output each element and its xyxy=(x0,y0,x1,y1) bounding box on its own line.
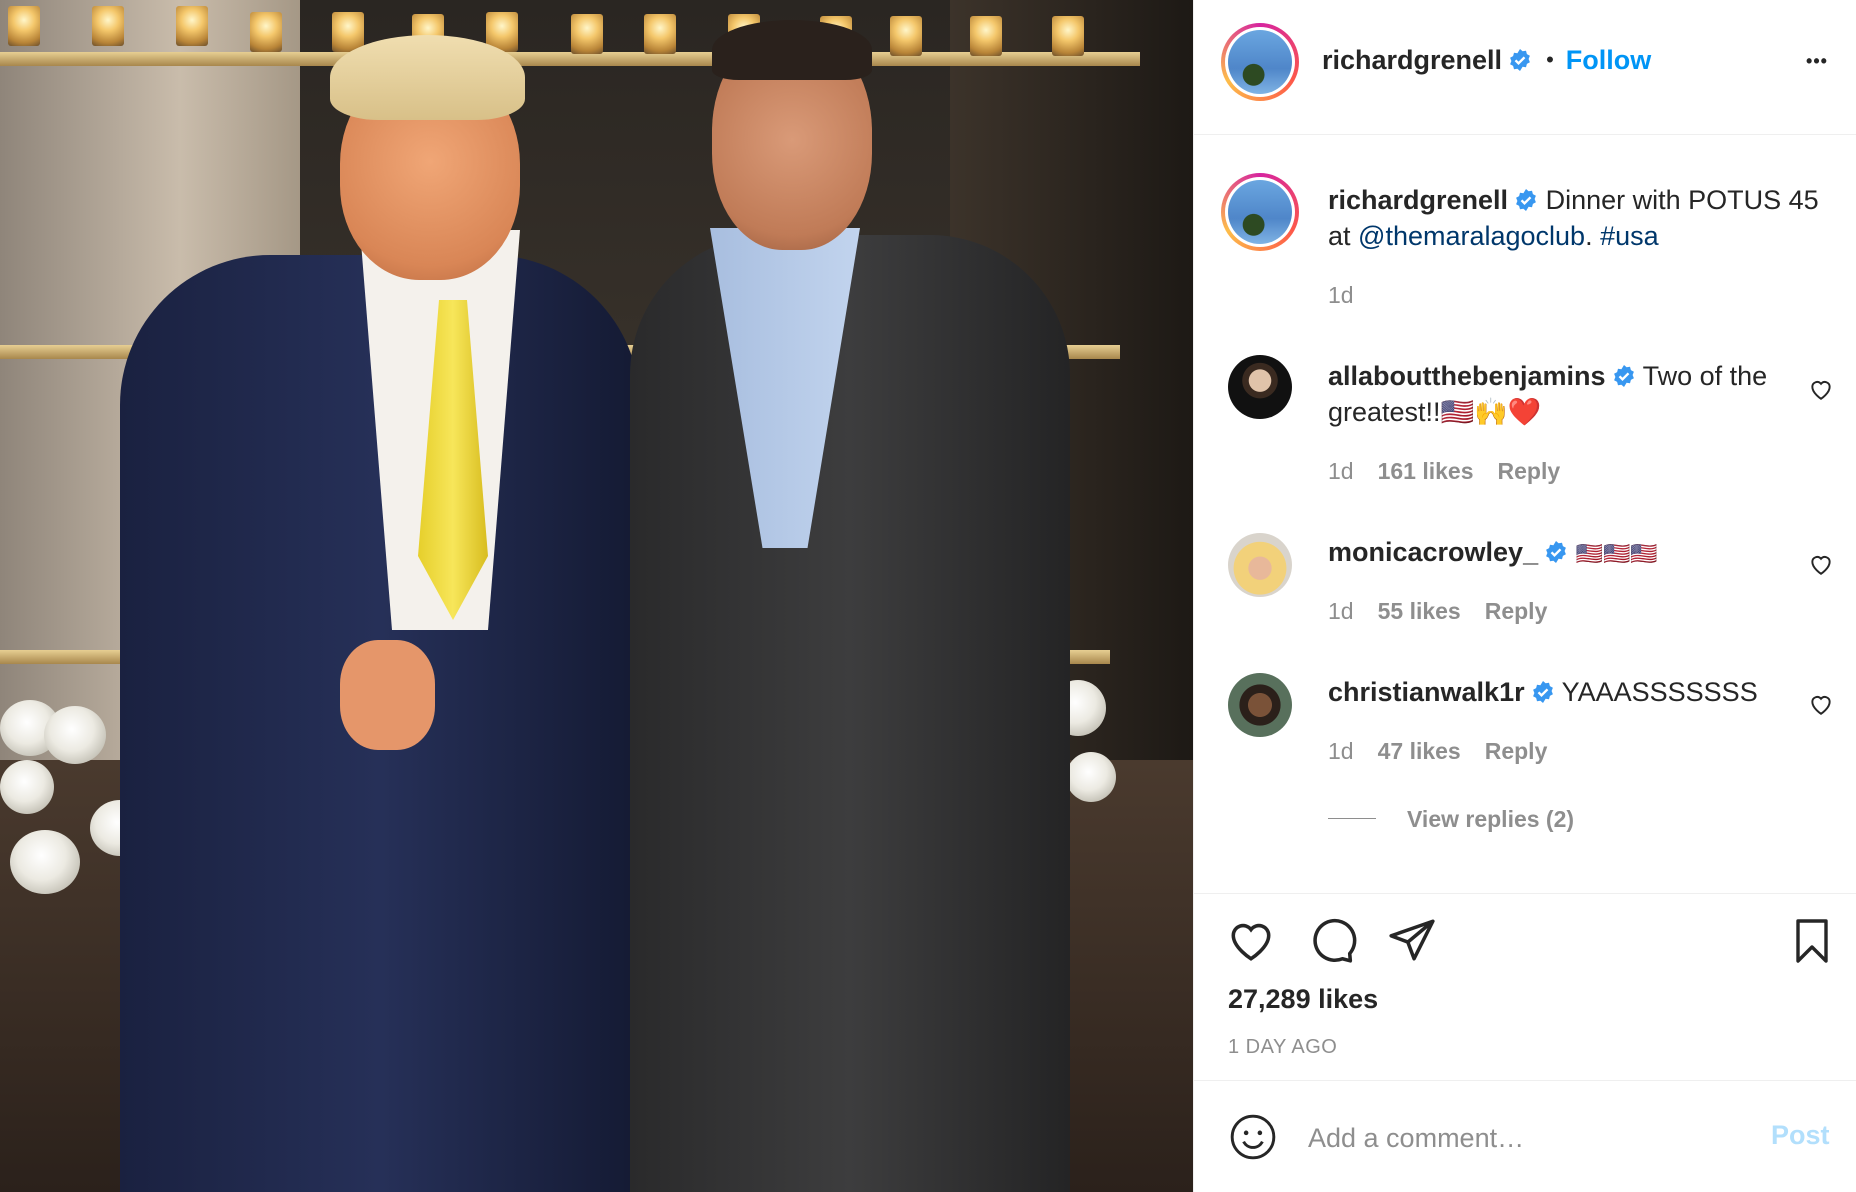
comment-reply-button[interactable]: Reply xyxy=(1485,598,1548,625)
caption-punctuation: . xyxy=(1585,221,1601,251)
comment-time[interactable]: 1d xyxy=(1328,598,1354,625)
post-details-panel: richardgrenell • Follow ••• richardgrene… xyxy=(1193,0,1856,1192)
commenter-avatar[interactable] xyxy=(1228,533,1292,597)
save-bookmark-icon[interactable] xyxy=(1788,915,1836,967)
comment-likes[interactable]: 47 likes xyxy=(1378,738,1461,765)
comment-likes[interactable]: 161 likes xyxy=(1378,458,1474,485)
photo-rose xyxy=(0,760,54,814)
photo-candle xyxy=(644,14,676,54)
post-comment-button[interactable]: Post xyxy=(1771,1120,1830,1151)
author-avatar[interactable] xyxy=(1221,23,1299,101)
comments-divider xyxy=(1194,893,1856,894)
verified-badge-icon xyxy=(1532,681,1553,703)
comment-username[interactable]: monicacrowley_ xyxy=(1328,537,1538,567)
photo-candle xyxy=(1052,16,1084,56)
comment-text: YAAASSSSSSS xyxy=(1561,677,1758,707)
comment-username[interactable]: christianwalk1r xyxy=(1328,677,1525,707)
comment-meta: 1d 55 likes Reply xyxy=(1328,598,1547,625)
comment-meta: 1d 161 likes Reply xyxy=(1328,458,1560,485)
share-paper-plane-icon[interactable] xyxy=(1386,915,1438,965)
caption-username[interactable]: richardgrenell xyxy=(1328,185,1508,215)
photo-hair xyxy=(712,20,872,80)
more-options-icon[interactable]: ••• xyxy=(1800,46,1834,76)
photo-hair xyxy=(330,35,525,120)
photo-rose xyxy=(1066,752,1116,802)
caption-time[interactable]: 1d xyxy=(1328,282,1354,309)
photo-hand xyxy=(340,640,435,750)
comment-time[interactable]: 1d xyxy=(1328,458,1354,485)
verified-badge-icon xyxy=(1510,49,1530,71)
photo-person-right xyxy=(630,235,1070,1192)
photo-candle xyxy=(970,16,1002,56)
post-timestamp[interactable]: 1 DAY AGO xyxy=(1228,1036,1337,1059)
verified-badge-icon xyxy=(1516,189,1536,211)
comment-bubble-icon[interactable] xyxy=(1306,915,1358,965)
photo-candle xyxy=(8,6,40,46)
photo-candle xyxy=(890,16,922,56)
commenter-avatar[interactable] xyxy=(1228,673,1292,737)
comment-time[interactable]: 1d xyxy=(1328,738,1354,765)
view-replies-button[interactable]: View replies (2) xyxy=(1407,806,1574,833)
photo-shelf xyxy=(0,52,1140,66)
small-heart-icon[interactable] xyxy=(1808,551,1834,577)
photo-candle xyxy=(92,6,124,46)
post-photo[interactable] xyxy=(0,0,1193,1192)
photo-candle xyxy=(250,12,282,52)
small-heart-icon[interactable] xyxy=(1808,376,1834,402)
comment-body: allaboutthebenjamins Two of the greatest… xyxy=(1328,358,1778,430)
header-author-row: richardgrenell • Follow xyxy=(1322,42,1651,78)
photo-rose xyxy=(44,706,106,764)
view-replies-line xyxy=(1328,818,1376,819)
comment-body: christianwalk1r YAAASSSSSSS xyxy=(1328,674,1778,710)
caption-author-avatar[interactable] xyxy=(1221,173,1299,251)
caption-mention-link[interactable]: @themaralagoclub xyxy=(1358,221,1585,251)
comment-reply-button[interactable]: Reply xyxy=(1485,738,1548,765)
photo-candle xyxy=(571,14,603,54)
likes-count[interactable]: 27,289 likes xyxy=(1228,984,1378,1015)
commenter-avatar[interactable] xyxy=(1228,355,1292,419)
comment-body: monicacrowley_ 🇺🇸🇺🇸🇺🇸 xyxy=(1328,534,1778,572)
photo-candle xyxy=(176,6,208,46)
comment-text: Two of xyxy=(1642,361,1723,391)
comment-username[interactable]: allaboutthebenjamins xyxy=(1328,361,1606,391)
verified-badge-icon xyxy=(1546,541,1566,563)
author-username[interactable]: richardgrenell xyxy=(1322,45,1502,76)
add-comment-input[interactable] xyxy=(1306,1112,1690,1164)
emoji-smiley-icon[interactable] xyxy=(1228,1112,1278,1162)
header-dot-separator: • xyxy=(1546,47,1554,72)
caption-hashtag-link[interactable]: #usa xyxy=(1600,221,1659,251)
photo-rose xyxy=(10,830,80,894)
follow-button[interactable]: Follow xyxy=(1566,45,1651,76)
header-divider xyxy=(1194,134,1856,135)
verified-badge-icon xyxy=(1613,365,1634,387)
comment-likes[interactable]: 55 likes xyxy=(1378,598,1461,625)
comment-text: 🇺🇸🇺🇸🇺🇸 xyxy=(1575,541,1658,566)
like-heart-icon[interactable] xyxy=(1226,915,1276,965)
comment-meta: 1d 47 likes Reply xyxy=(1328,738,1547,765)
small-heart-icon[interactable] xyxy=(1808,691,1834,717)
comment-box-divider xyxy=(1194,1080,1856,1081)
caption: richardgrenell Dinner with POTUS 45 at @… xyxy=(1328,182,1828,254)
comment-reply-button[interactable]: Reply xyxy=(1498,458,1561,485)
